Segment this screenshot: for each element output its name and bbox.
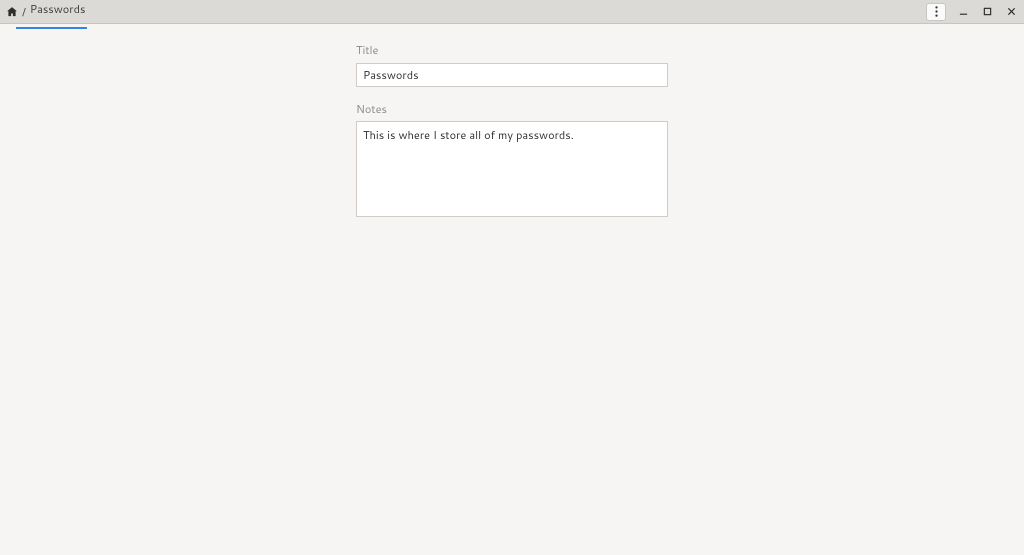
more-vertical-icon — [935, 6, 938, 17]
breadcrumb-current-label: Passwords — [30, 1, 86, 17]
titlebar-controls — [926, 3, 1018, 21]
minimize-icon — [959, 7, 968, 16]
home-icon[interactable] — [6, 6, 18, 18]
breadcrumb-underline — [16, 27, 88, 29]
close-button[interactable] — [1004, 5, 1018, 19]
titlebar: / Passwords — [0, 0, 1024, 24]
title-label: Title — [356, 42, 668, 58]
notes-label: Notes — [356, 101, 668, 117]
breadcrumb: / Passwords — [6, 1, 926, 23]
kebab-menu-button[interactable] — [926, 3, 946, 21]
minimize-button[interactable] — [956, 5, 970, 19]
maximize-button[interactable] — [980, 5, 994, 19]
breadcrumb-separator: / — [22, 4, 26, 20]
title-input[interactable] — [356, 63, 668, 87]
close-icon — [1007, 7, 1016, 16]
main-content: Title Notes — [0, 24, 1024, 223]
maximize-icon — [983, 7, 992, 16]
breadcrumb-current[interactable]: Passwords — [30, 1, 86, 23]
note-form: Title Notes — [356, 42, 668, 223]
notes-textarea[interactable] — [356, 121, 668, 217]
